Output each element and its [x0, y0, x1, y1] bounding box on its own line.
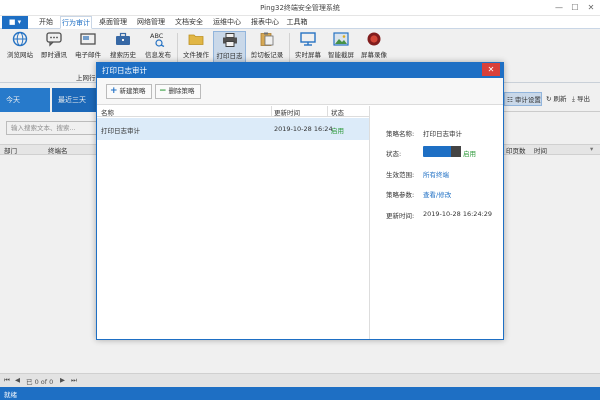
tab-report-center[interactable]: 报表中心 — [248, 16, 282, 29]
policy-list-header — [97, 106, 369, 117]
list-header-name[interactable]: 名称 — [101, 107, 114, 117]
delete-policy-label: 删除策略 — [168, 87, 195, 95]
policy-row-name: 打印日志审计 — [101, 127, 140, 135]
prop-scope-link[interactable]: 所有终端 — [423, 169, 449, 179]
prop-name-label: 策略名称: — [386, 130, 415, 138]
window-title: Ping32终端安全管理系统 — [260, 4, 340, 12]
dialog-title: 打印日志审计 — [102, 66, 147, 75]
status-text: 就绪 — [4, 391, 17, 399]
prop-status-label: 状态: — [386, 150, 402, 158]
prop-name-value: 打印日志审计 — [423, 130, 462, 138]
status-bar — [0, 387, 600, 400]
prop-updated-value: 2019-10-28 16:24:29 — [423, 210, 493, 218]
plus-icon: + — [110, 86, 118, 96]
list-header-updated[interactable]: 更新时间 — [274, 107, 300, 117]
dialog-title-bar[interactable] — [96, 62, 504, 78]
tab-behavior-audit[interactable]: 行为审计 — [60, 16, 92, 29]
list-header-separator — [271, 106, 272, 117]
app-menu-button[interactable]: ■ ▾ — [2, 16, 28, 29]
tab-toolbox[interactable]: 工具箱 — [284, 16, 310, 29]
tab-start[interactable]: 开始 — [34, 16, 58, 29]
prop-params-link[interactable]: 查看/修改 — [423, 189, 451, 199]
prop-scope-label: 生效范围: — [386, 171, 415, 179]
tab-ops-center[interactable]: 运维中心 — [210, 16, 244, 29]
status-toggle-knob — [451, 146, 461, 157]
maximize-icon[interactable]: ☐ — [568, 2, 582, 14]
dialog-close-button[interactable]: ✕ — [482, 63, 500, 76]
policy-row-updated: 2019-10-28 16:24 — [274, 125, 333, 133]
new-policy-button[interactable]: + 新建策略 — [106, 84, 152, 99]
close-window-icon[interactable]: ✕ — [584, 2, 598, 14]
tab-desktop-mgmt[interactable]: 桌面管理 — [96, 16, 130, 29]
delete-policy-button[interactable]: − 删除策略 — [155, 84, 201, 99]
prop-updated-label: 更新时间: — [386, 212, 415, 220]
minus-icon: − — [159, 86, 167, 96]
list-header-status[interactable]: 状态 — [331, 107, 344, 117]
minimize-icon[interactable]: — — [552, 2, 566, 14]
list-divider — [369, 106, 370, 339]
policy-row-status: 启用 — [331, 127, 344, 135]
prop-status-value: 启用 — [463, 150, 476, 158]
list-header-separator — [327, 106, 328, 117]
tab-document-security[interactable]: 文档安全 — [172, 16, 206, 29]
new-policy-label: 新建策略 — [119, 87, 146, 95]
tab-network-mgmt[interactable]: 网络管理 — [134, 16, 168, 29]
prop-params-label: 策略参数: — [386, 191, 415, 199]
